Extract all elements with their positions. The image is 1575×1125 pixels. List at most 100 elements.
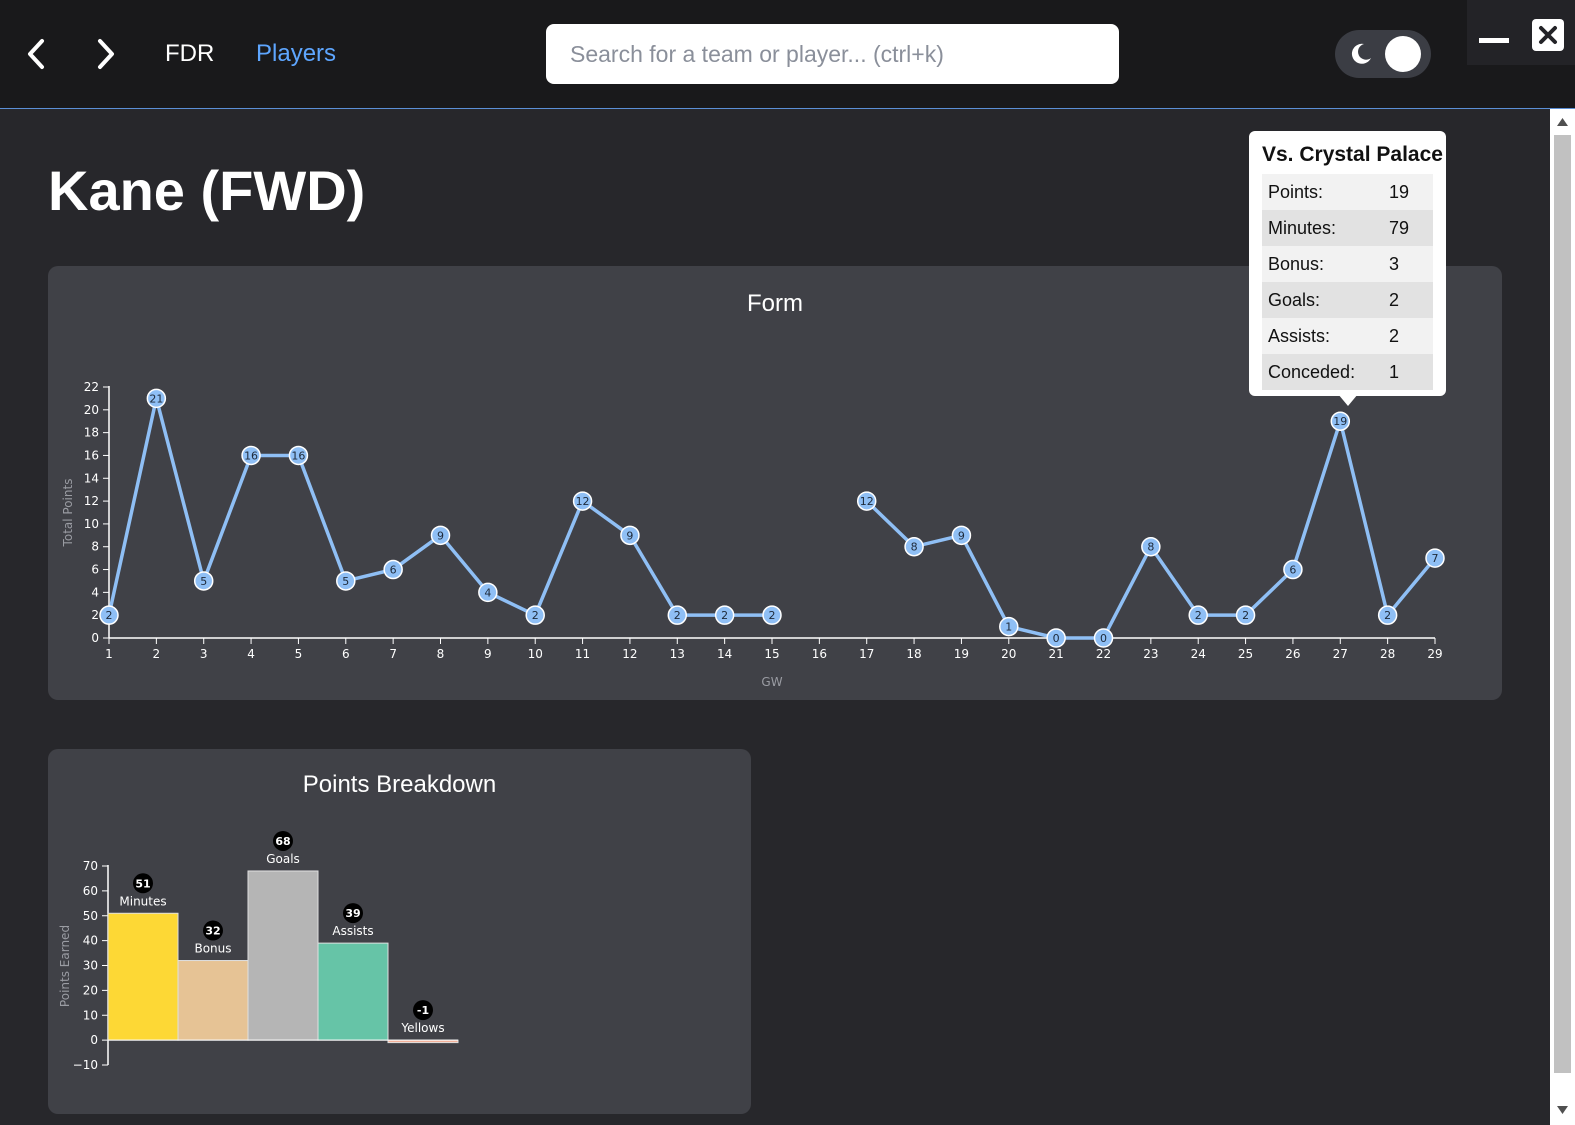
bar-value-label: -1 — [417, 1004, 429, 1017]
x-tick-label: 17 — [859, 647, 874, 661]
x-tick-label: 1 — [105, 647, 113, 661]
x-tick-label: 14 — [717, 647, 732, 661]
bar — [317, 942, 389, 1041]
tooltip-row: Minutes: 79 — [1262, 210, 1433, 246]
nav-players-link[interactable]: Players — [256, 40, 336, 68]
y-tick-label: 30 — [83, 959, 98, 973]
x-tick-label: 26 — [1285, 647, 1300, 661]
back-icon[interactable] — [22, 36, 50, 72]
x-tick-label: 27 — [1333, 647, 1348, 661]
x-tick-label: 9 — [484, 647, 492, 661]
form-point-label: 8 — [1147, 541, 1154, 554]
y-tick-label: 70 — [83, 859, 98, 873]
toggle-knob — [1385, 36, 1421, 72]
tooltip-row-value: 19 — [1389, 181, 1410, 202]
x-tick-label: 28 — [1380, 647, 1395, 661]
y-tick-label: 10 — [83, 1008, 98, 1022]
tooltip-row: Assists: 2 — [1262, 318, 1433, 354]
x-tick-label: 2 — [153, 647, 161, 661]
tooltip-row-label: Points: — [1268, 181, 1324, 202]
form-point-label: 4 — [484, 586, 491, 599]
y-tick-label: 8 — [91, 540, 99, 554]
tooltip-row-value: 79 — [1389, 217, 1410, 238]
x-tick-label: 21 — [1049, 647, 1064, 661]
form-point-label: 7 — [1432, 552, 1439, 565]
form-line — [865, 419, 1437, 640]
form-point-label: 1 — [1005, 621, 1012, 634]
x-tick-label: 16 — [812, 647, 827, 661]
form-point-label: 9 — [437, 529, 444, 542]
tooltip-row-label: Assists: — [1268, 325, 1331, 346]
x-tick-label: 4 — [247, 647, 255, 661]
y-tick-label: 16 — [84, 448, 99, 462]
form-point-label: 21 — [149, 392, 163, 405]
x-tick-label: 5 — [295, 647, 303, 661]
x-tick-label: 22 — [1096, 647, 1111, 661]
form-point-label: 8 — [911, 541, 918, 554]
form-point-label: 2 — [106, 609, 113, 622]
form-point-label: 9 — [626, 529, 633, 542]
form-point-label: 19 — [1333, 415, 1347, 428]
y-axis-label: Points Earned — [58, 925, 72, 1007]
y-tick-label: 60 — [83, 884, 98, 898]
x-tick-label: 23 — [1143, 647, 1158, 661]
x-tick-label: 3 — [200, 647, 208, 661]
scroll-up-icon[interactable] — [1556, 117, 1569, 127]
bar-category-label: Minutes — [119, 894, 166, 908]
bar-category-label: Yellows — [400, 1021, 444, 1035]
form-point-label: 16 — [291, 449, 305, 462]
form-point-label: 6 — [390, 564, 397, 577]
form-point-label: 2 — [769, 609, 776, 622]
form-point-label: 2 — [1242, 609, 1249, 622]
form-point-label: 2 — [532, 609, 539, 622]
bar-value-label: 32 — [205, 925, 220, 938]
x-tick-label: 29 — [1427, 647, 1442, 661]
scroll-down-icon[interactable] — [1556, 1105, 1569, 1115]
close-icon[interactable] — [1531, 18, 1565, 52]
y-tick-label: 6 — [91, 563, 99, 577]
points-breakdown-chart: −10 0 10 20 30 40 50 60 70 Points Earned Minutes 51… — [58, 830, 459, 1072]
y-tick-label: 22 — [84, 380, 99, 394]
y-tick-label: 4 — [91, 585, 99, 599]
x-tick-label: 25 — [1238, 647, 1253, 661]
x-tick-label: 18 — [906, 647, 921, 661]
tooltip-row-value: 1 — [1389, 361, 1400, 382]
y-tick-label: 0 — [90, 1033, 98, 1047]
nav-fdr-link[interactable]: FDR — [165, 40, 214, 68]
tooltip-arrow — [1338, 394, 1358, 406]
forward-icon[interactable] — [92, 36, 120, 72]
x-tick-label: 13 — [670, 647, 685, 661]
theme-toggle[interactable] — [1335, 30, 1431, 78]
points-breakdown-card: Points Breakdown −10 0 10 20 30 40 50 60 70 Point… — [48, 749, 751, 1114]
x-tick-label: 8 — [437, 647, 445, 661]
bar-category-label: Assists — [332, 924, 373, 938]
window-controls — [1467, 0, 1575, 65]
search-input[interactable] — [546, 24, 1119, 84]
form-point-label: 2 — [674, 609, 681, 622]
x-tick-label: 24 — [1191, 647, 1206, 661]
page-title: Kane (FWD) — [48, 159, 366, 222]
top-bar: FDR Players — [0, 0, 1575, 109]
form-point-label: 6 — [1289, 564, 1296, 577]
bar-value-label: 51 — [135, 877, 150, 890]
y-tick-label: 40 — [83, 934, 98, 948]
y-tick-label: 14 — [84, 471, 99, 485]
y-tick-label: 12 — [84, 494, 99, 508]
x-tick-label: 7 — [389, 647, 397, 661]
minimize-icon[interactable] — [1477, 18, 1511, 52]
x-axis-label: GW — [761, 675, 782, 689]
y-tick-label: 50 — [83, 909, 98, 923]
tooltip-row: Bonus: 3 — [1262, 246, 1433, 282]
tooltip-row-value: 2 — [1389, 289, 1400, 310]
scrollbar[interactable] — [1550, 109, 1575, 1125]
scrollbar-thumb[interactable] — [1554, 135, 1571, 1073]
form-point-label: 16 — [244, 449, 258, 462]
y-tick-label: −10 — [73, 1058, 98, 1072]
bar-category-label: Goals — [266, 852, 300, 866]
bar — [247, 870, 319, 1041]
tooltip-row-label: Bonus: — [1268, 253, 1325, 274]
x-tick-label: 11 — [575, 647, 590, 661]
form-point-label: 12 — [860, 495, 874, 508]
tooltip-row: Points: 19 — [1262, 174, 1433, 210]
moon-icon — [1351, 43, 1371, 64]
